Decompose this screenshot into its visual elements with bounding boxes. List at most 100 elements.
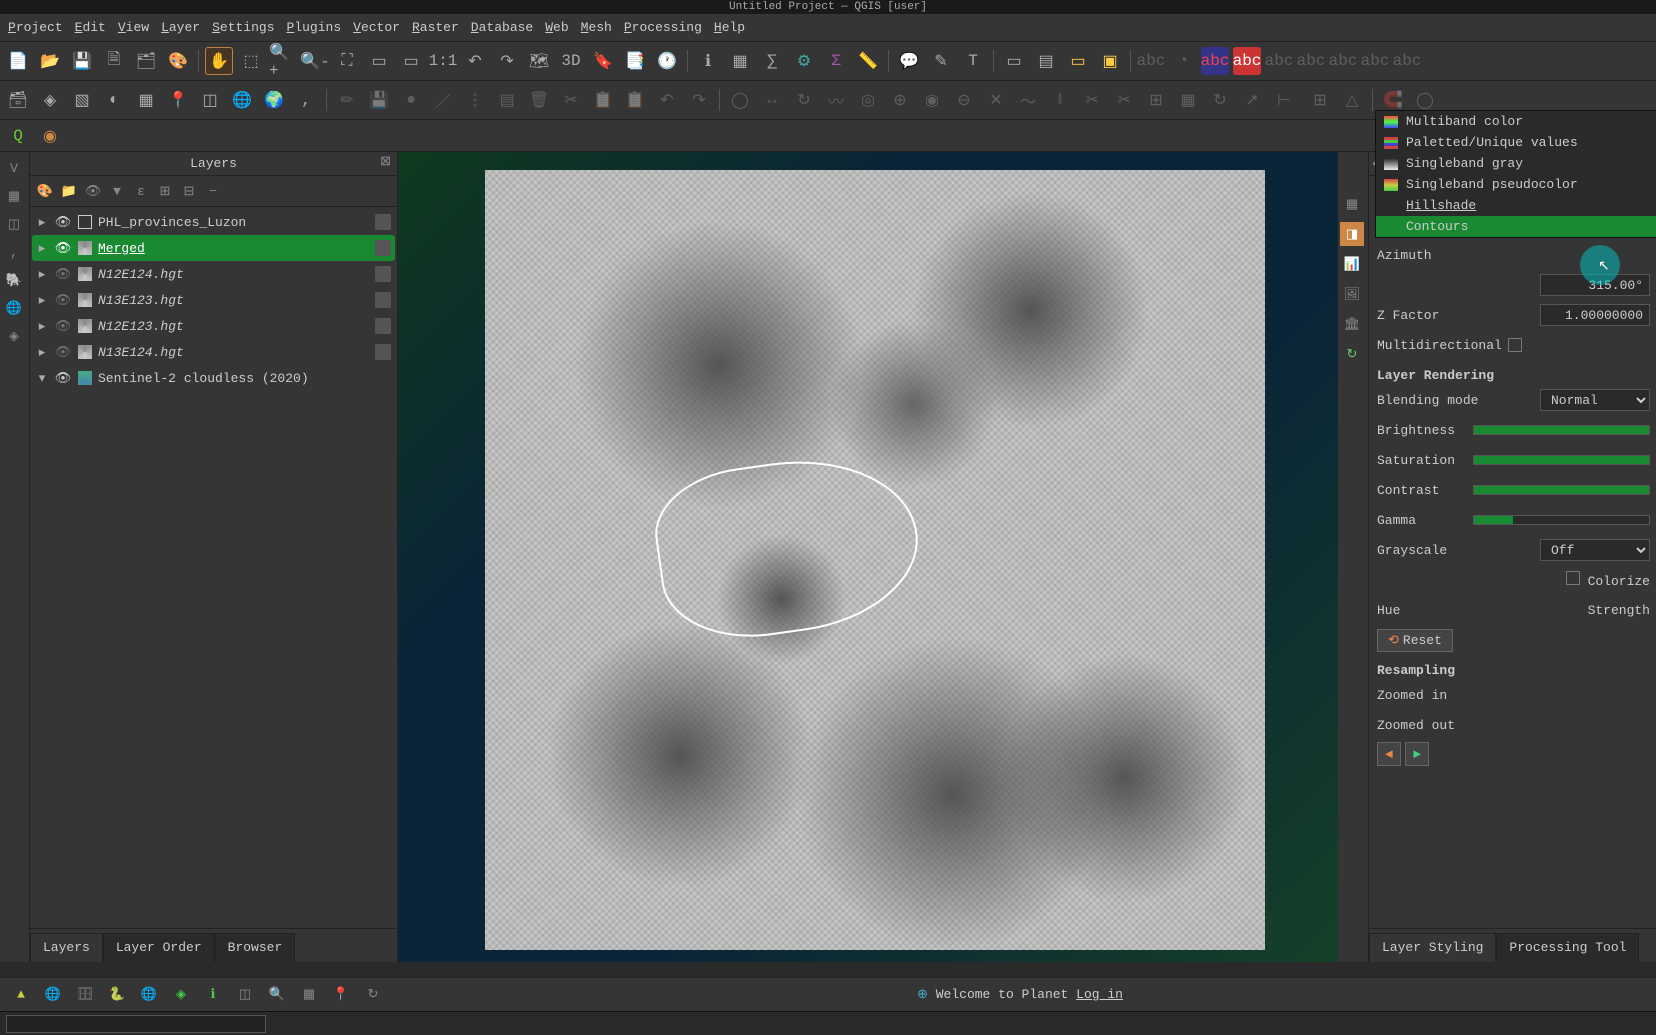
select-value-icon[interactable]: ▤ bbox=[1032, 47, 1060, 75]
chevron-right-icon[interactable]: ▸ bbox=[36, 241, 48, 256]
save-project-icon[interactable]: 💾 bbox=[68, 47, 96, 75]
postgis-layer-icon[interactable]: 🐘 bbox=[2, 268, 26, 292]
zoom-full-icon[interactable]: ⛶ bbox=[333, 47, 361, 75]
identify-icon[interactable]: ℹ bbox=[694, 47, 722, 75]
filter-expr-icon[interactable]: ε bbox=[130, 180, 152, 202]
map-canvas[interactable] bbox=[398, 152, 1338, 962]
locator-input[interactable] bbox=[6, 1015, 266, 1033]
db-icon[interactable]: 🗄 bbox=[72, 982, 98, 1008]
label-toggle-icon[interactable]: abc bbox=[1233, 47, 1261, 75]
tab-processing-toolbox[interactable]: Processing Tool bbox=[1496, 933, 1639, 962]
field-calc-icon[interactable]: ∑ bbox=[758, 47, 786, 75]
eye-icon[interactable]: 👁 bbox=[54, 241, 72, 256]
tab-layers[interactable]: Layers bbox=[30, 933, 103, 962]
add-wms-icon[interactable]: 🌐 bbox=[228, 86, 256, 114]
menu-edit[interactable]: Edit bbox=[75, 20, 106, 35]
colorize-checkbox[interactable] bbox=[1566, 571, 1580, 585]
deselect-icon[interactable]: ▭ bbox=[1064, 47, 1092, 75]
toolbox-icon[interactable]: ⚙ bbox=[790, 47, 818, 75]
text-annotation-icon[interactable]: T bbox=[959, 47, 987, 75]
saturation-slider[interactable] bbox=[1473, 455, 1650, 465]
style-manager-icon[interactable]: 🎨 bbox=[164, 47, 192, 75]
render-singleband-pseudo[interactable]: Singleband pseudocolor bbox=[1376, 174, 1656, 195]
new-shapefile-icon[interactable]: ▧ bbox=[68, 86, 96, 114]
new-gpx-icon[interactable]: 📍 bbox=[164, 86, 192, 114]
menu-vector[interactable]: Vector bbox=[353, 20, 400, 35]
menu-view[interactable]: View bbox=[118, 20, 149, 35]
layer-phl-provinces[interactable]: ▸ 👁 PHL_provinces_Luzon bbox=[32, 209, 395, 235]
open-project-icon[interactable]: 📂 bbox=[36, 47, 64, 75]
osm-icon[interactable]: ◈ bbox=[168, 982, 194, 1008]
symbology-tab-icon[interactable]: ▦ bbox=[1340, 192, 1364, 216]
wms-layer-icon[interactable]: 🌐 bbox=[2, 296, 26, 320]
select-all-icon[interactable]: ▣ bbox=[1096, 47, 1124, 75]
menu-web[interactable]: Web bbox=[545, 20, 568, 35]
blend-select[interactable]: Normal bbox=[1540, 389, 1650, 411]
raster-layer-icon[interactable]: ▦ bbox=[2, 184, 26, 208]
menu-settings[interactable]: Settings bbox=[212, 20, 274, 35]
locator-icon[interactable]: ▲ bbox=[8, 982, 34, 1008]
memory-indicator-icon[interactable] bbox=[375, 240, 391, 256]
zoom-selection-icon[interactable]: ▭ bbox=[365, 47, 393, 75]
zoom-last-icon[interactable]: ↶ bbox=[461, 47, 489, 75]
zoom-native-icon[interactable]: 1:1 bbox=[429, 47, 457, 75]
globe-icon[interactable]: 🌐 bbox=[40, 982, 66, 1008]
new-map-view-icon[interactable]: 🗺 bbox=[525, 47, 553, 75]
new-project-icon[interactable]: 📄 bbox=[4, 47, 32, 75]
chevron-down-icon[interactable]: ▾ bbox=[36, 371, 48, 386]
bookmarks-icon[interactable]: 📑 bbox=[621, 47, 649, 75]
eye-off-icon[interactable]: 👁 bbox=[54, 267, 72, 282]
grayscale-select[interactable]: Off bbox=[1540, 539, 1650, 561]
menu-raster[interactable]: Raster bbox=[412, 20, 459, 35]
history-tab-icon[interactable]: ↻ bbox=[1340, 342, 1364, 366]
login-link[interactable]: Log in bbox=[1076, 987, 1123, 1002]
new-3d-view-icon[interactable]: 3D bbox=[557, 47, 585, 75]
eye-off-icon[interactable]: 👁 bbox=[54, 319, 72, 334]
new-layout-icon[interactable]: 🗎 bbox=[100, 47, 128, 75]
layout-manager-icon[interactable]: 🗂 bbox=[132, 47, 160, 75]
layer-indicator-icon[interactable] bbox=[375, 266, 391, 282]
collapse-all-icon[interactable]: ⊟ bbox=[178, 180, 200, 202]
menu-layer[interactable]: Layer bbox=[161, 20, 200, 35]
eye-icon[interactable]: 👁 bbox=[54, 215, 72, 230]
layer-tree[interactable]: ▸ 👁 PHL_provinces_Luzon ▸ 👁 Merged ▸ 👁 N… bbox=[30, 207, 397, 928]
layer-sentinel[interactable]: ▾ 👁 Sentinel-2 cloudless (2020) bbox=[32, 365, 395, 391]
zoom-next-icon[interactable]: ↷ bbox=[493, 47, 521, 75]
delimited-layer-icon[interactable]: , bbox=[2, 240, 26, 264]
histogram-tab-icon[interactable]: 📊 bbox=[1340, 252, 1364, 276]
eye-icon[interactable]: 👁 bbox=[54, 371, 72, 386]
transparency-tab-icon[interactable]: ◨ bbox=[1340, 222, 1364, 246]
gamma-slider[interactable] bbox=[1473, 515, 1650, 525]
filter-legend-icon[interactable]: ▼ bbox=[106, 180, 128, 202]
planet-icon[interactable]: ◉ bbox=[36, 122, 64, 150]
chevron-right-icon[interactable]: ▸ bbox=[36, 345, 48, 360]
menu-project[interactable]: Project bbox=[8, 20, 63, 35]
pan-icon[interactable]: ✋ bbox=[205, 47, 233, 75]
network-icon[interactable]: 🌐 bbox=[136, 982, 162, 1008]
layer-indicator-icon[interactable] bbox=[375, 292, 391, 308]
virtual-layer-icon[interactable]: ◈ bbox=[2, 324, 26, 348]
zoom-in-icon[interactable]: 🔍+ bbox=[269, 47, 297, 75]
maptip-icon[interactable]: 💬 bbox=[895, 47, 923, 75]
layer-n13e123[interactable]: ▸ 👁 N13E123.hgt bbox=[32, 287, 395, 313]
manage-visibility-icon[interactable]: 👁 bbox=[82, 180, 104, 202]
mesh-layer-icon[interactable]: ◫ bbox=[2, 212, 26, 236]
close-icon[interactable]: ⊠ bbox=[380, 154, 391, 169]
render-paletted[interactable]: Paletted/Unique values bbox=[1376, 132, 1656, 153]
eye-off-icon[interactable]: 👁 bbox=[54, 293, 72, 308]
layer-n12e123[interactable]: ▸ 👁 N12E123.hgt bbox=[32, 313, 395, 339]
render-multiband[interactable]: Multiband color bbox=[1376, 111, 1656, 132]
tab-layer-order[interactable]: Layer Order bbox=[103, 933, 215, 962]
new-mesh-icon[interactable]: ▦ bbox=[132, 86, 160, 114]
pan-to-selection-icon[interactable]: ⬚ bbox=[237, 47, 265, 75]
back-button[interactable]: ◄ bbox=[1377, 742, 1401, 766]
chevron-right-icon[interactable]: ▸ bbox=[36, 267, 48, 282]
new-virtual-icon[interactable]: ◫ bbox=[196, 86, 224, 114]
new-geopackage-icon[interactable]: ◈ bbox=[36, 86, 64, 114]
multidir-checkbox[interactable] bbox=[1508, 338, 1522, 352]
layer-n13e124[interactable]: ▸ 👁 N13E124.hgt bbox=[32, 339, 395, 365]
azimuth-input[interactable] bbox=[1540, 274, 1650, 296]
rendering-tab-icon[interactable]: 🖼 bbox=[1340, 282, 1364, 306]
add-delimited-icon[interactable]: , bbox=[292, 86, 320, 114]
style-preset-icon[interactable]: 🎨 bbox=[34, 180, 56, 202]
